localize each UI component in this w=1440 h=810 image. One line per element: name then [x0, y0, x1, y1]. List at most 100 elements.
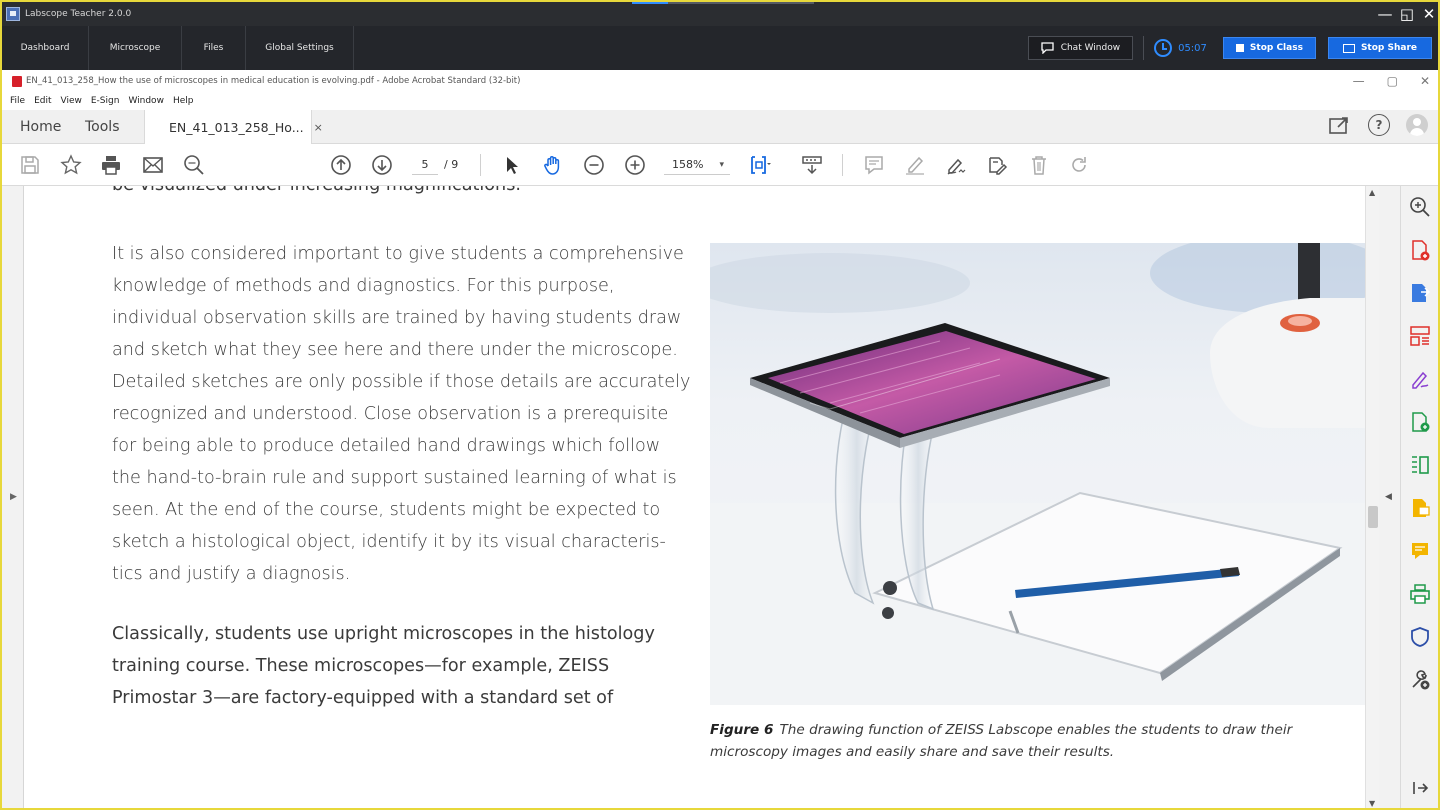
stop-class-button[interactable]: Stop Class	[1222, 37, 1316, 59]
create-pdf-icon[interactable]	[1409, 239, 1431, 261]
acrobat-window-controls: — ▢ ✕	[1353, 70, 1430, 92]
nav-dashboard[interactable]: Dashboard	[2, 26, 89, 70]
clock-icon	[1154, 39, 1173, 57]
menu-edit[interactable]: Edit	[34, 96, 51, 106]
figure-caption: Figure 6 The drawing function of ZEISS La…	[710, 719, 1310, 763]
scroll-mode-icon[interactable]	[800, 153, 824, 177]
labscope-window-controls: — ◱ ✕	[1374, 2, 1438, 26]
acrobat-minimize-button[interactable]: —	[1353, 74, 1365, 88]
export-pdf-icon[interactable]	[1409, 282, 1431, 304]
previous-page-icon[interactable]	[329, 153, 353, 177]
collapse-right-panel-icon[interactable]: ◀	[1385, 492, 1392, 502]
labscope-app-icon	[6, 7, 20, 21]
nav-global-settings[interactable]: Global Settings	[246, 26, 354, 70]
zoom-out-icon[interactable]	[582, 153, 606, 177]
paragraph-text: It is also considered important to give …	[112, 244, 691, 584]
acrobat-window-title: EN_41_013_258_How the use of microscopes…	[26, 76, 521, 86]
chat-window-button[interactable]: Chat Window	[1027, 36, 1134, 60]
hand-tool-icon[interactable]	[541, 153, 565, 177]
zoom-in-icon[interactable]	[623, 153, 647, 177]
vertical-scrollbar[interactable]: ▲ ▼	[1365, 186, 1379, 808]
taskbar-indicator	[632, 2, 668, 4]
scroll-up-arrow[interactable]: ▲	[1369, 188, 1375, 197]
print-production-icon[interactable]	[1409, 583, 1431, 605]
select-cursor-icon[interactable]	[500, 153, 524, 177]
scroll-down-arrow[interactable]: ▼	[1369, 799, 1375, 808]
document-paragraph-2: Classically, students use upright micros…	[112, 618, 692, 714]
menu-bar: File Edit View E-Sign Window Help	[2, 92, 1438, 110]
document-viewer: ▶ be visualized under increasing magnifi…	[2, 186, 1400, 808]
expand-left-panel-icon[interactable]: ▶	[10, 492, 17, 502]
stop-class-label: Stop Class	[1249, 43, 1303, 53]
collapse-tools-pane-icon[interactable]	[1409, 777, 1431, 799]
toolbar-divider	[480, 154, 481, 176]
figure-caption-text: The drawing function of ZEISS Labscope e…	[710, 722, 1293, 760]
minimize-button[interactable]: —	[1374, 5, 1396, 23]
labscope-title-bar: Labscope Teacher 2.0.0 — ◱ ✕	[2, 2, 1438, 26]
page-number-input[interactable]: 5	[412, 155, 438, 175]
zoom-search-icon[interactable]	[1409, 196, 1431, 218]
bookmark-star-icon[interactable]	[59, 153, 83, 177]
tab-tools[interactable]: Tools	[85, 110, 120, 144]
fill-sign-icon[interactable]	[1409, 368, 1431, 390]
divider	[1143, 36, 1145, 60]
close-button[interactable]: ✕	[1418, 5, 1438, 23]
highlight-pen-icon[interactable]	[903, 153, 927, 177]
print-icon[interactable]	[99, 153, 123, 177]
taskbar-indicator-secondary	[668, 2, 814, 4]
tab-document[interactable]: EN_41_013_258_Ho... ×	[144, 110, 323, 145]
nav-microscope[interactable]: Microscope	[89, 26, 182, 70]
comment-icon[interactable]	[862, 153, 886, 177]
stop-icon	[1235, 44, 1244, 52]
nav-files[interactable]: Files	[182, 26, 246, 70]
search-icon[interactable]	[182, 153, 206, 177]
help-icon[interactable]: ?	[1368, 114, 1390, 136]
sign-icon[interactable]	[944, 153, 968, 177]
stop-share-button[interactable]: Stop Share	[1327, 37, 1432, 59]
tools-pane	[1400, 186, 1438, 808]
menu-file[interactable]: File	[10, 96, 25, 106]
paragraph-text: Classically, students use upright micros…	[112, 624, 655, 708]
timer-value: 05:07	[1178, 42, 1207, 54]
save-icon[interactable]	[18, 153, 42, 177]
comment-tool-icon[interactable]	[1409, 497, 1431, 519]
redo-icon[interactable]	[1067, 153, 1091, 177]
document-paragraph-1: It is also considered important to give …	[112, 238, 692, 590]
email-icon[interactable]	[141, 153, 165, 177]
protect-icon[interactable]	[1409, 626, 1431, 648]
add-comment-icon[interactable]	[1409, 540, 1431, 562]
more-tools-icon[interactable]	[1409, 669, 1431, 691]
right-panel-gutter: ◀	[1379, 186, 1400, 808]
labscope-nav: Dashboard Microscope Files Global Settin…	[2, 26, 1438, 70]
document-tab-label: EN_41_013_258_Ho...	[169, 120, 304, 135]
user-avatar[interactable]	[1406, 114, 1428, 136]
menu-view[interactable]: View	[61, 96, 82, 106]
scroll-thumb[interactable]	[1368, 506, 1378, 528]
figure-6-image	[710, 243, 1365, 705]
menu-window[interactable]: Window	[128, 96, 164, 106]
left-panel-toggle[interactable]: ▶	[2, 186, 24, 808]
restore-button[interactable]: ◱	[1396, 5, 1418, 23]
delete-icon[interactable]	[1027, 153, 1051, 177]
acrobat-close-button[interactable]: ✕	[1420, 74, 1430, 88]
menu-esign[interactable]: E-Sign	[91, 96, 120, 106]
pdf-page: be visualized under increasing magnifica…	[24, 186, 1365, 808]
document-text-line: be visualized under increasing magnifica…	[112, 186, 521, 201]
compare-files-icon[interactable]	[1409, 454, 1431, 476]
acrobat-maximize-button[interactable]: ▢	[1387, 74, 1398, 88]
close-tab-icon[interactable]: ×	[314, 121, 323, 134]
next-page-icon[interactable]	[370, 153, 394, 177]
organize-pages-icon[interactable]	[1409, 325, 1431, 347]
fit-page-icon[interactable]	[748, 153, 772, 177]
edit-pdf-icon[interactable]	[1409, 411, 1431, 433]
page-total: / 9	[444, 158, 459, 171]
tab-home[interactable]: Home	[20, 110, 61, 144]
figure-label: Figure 6	[710, 722, 774, 738]
screen-share-icon	[1342, 43, 1355, 53]
menu-help[interactable]: Help	[173, 96, 194, 106]
share-file-icon[interactable]	[1328, 114, 1352, 136]
zoom-level-select[interactable]: 158%	[664, 155, 730, 175]
class-timer: 05:07	[1154, 39, 1207, 57]
chat-window-label: Chat Window	[1060, 43, 1121, 53]
stamp-icon[interactable]	[985, 153, 1009, 177]
